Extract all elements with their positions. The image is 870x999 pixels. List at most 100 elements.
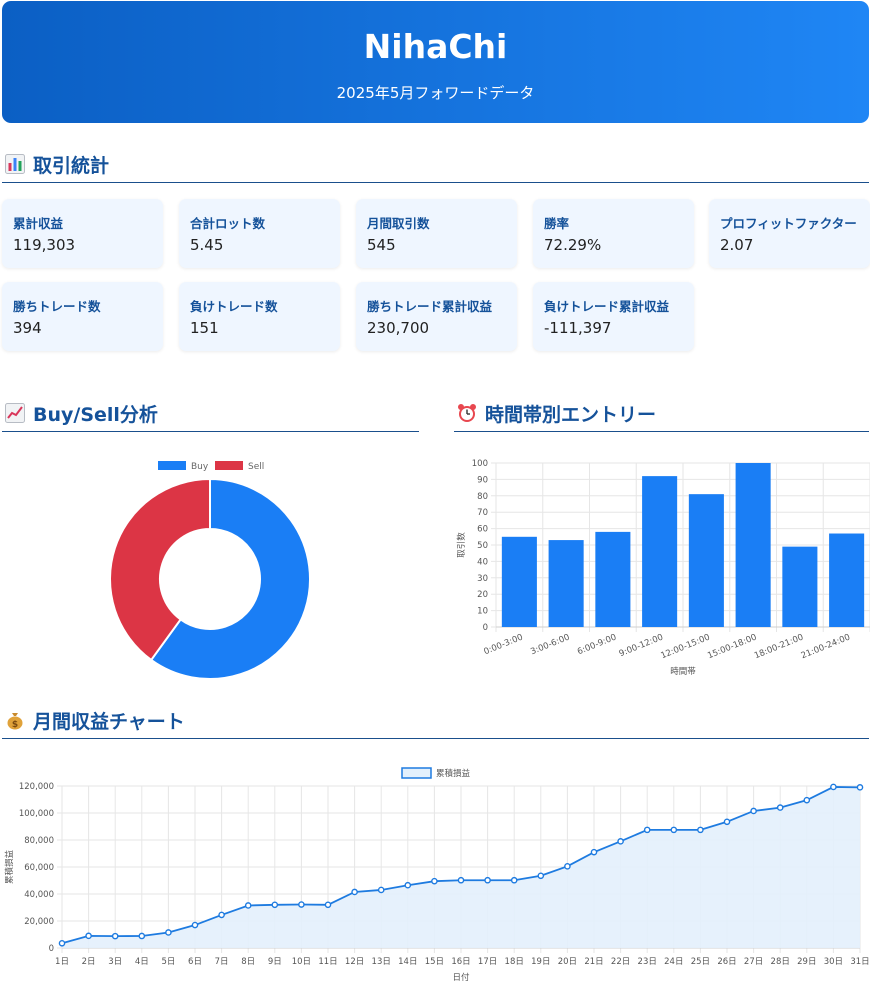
y-tick-label: 40 <box>477 557 488 567</box>
data-point <box>484 876 491 884</box>
data-point <box>218 911 225 919</box>
y-tick-label: 20,000 <box>24 917 54 927</box>
x-tick-label: 1日 <box>55 957 69 967</box>
x-tick-label: 17日 <box>478 957 497 967</box>
y-tick-label: 60,000 <box>24 863 54 873</box>
data-point <box>856 784 864 791</box>
x-tick-label: 26日 <box>717 957 736 967</box>
stat-card-label: 合計ロット数 <box>190 216 266 231</box>
data-point <box>85 932 92 940</box>
bar <box>782 546 818 627</box>
legend-swatch-buy <box>158 461 186 470</box>
data-point <box>643 826 651 834</box>
x-tick-label: 12:00-15:00 <box>659 633 711 662</box>
x-tick-label: 29日 <box>797 957 816 967</box>
data-point <box>723 818 731 826</box>
x-tick-label: 9:00-12:00 <box>618 633 665 660</box>
x-axis-title: 日付 <box>452 972 470 983</box>
data-point <box>165 929 172 936</box>
x-tick-label: 23日 <box>638 957 657 967</box>
bar <box>688 494 724 627</box>
data-point <box>510 876 518 884</box>
data-point <box>617 838 624 845</box>
y-tick-label: 90 <box>477 475 488 485</box>
data-point <box>537 872 545 880</box>
data-point <box>351 888 358 896</box>
data-point <box>377 886 385 894</box>
x-tick-label: 13日 <box>372 957 391 967</box>
stat-card-label: 月間取引数 <box>367 216 430 231</box>
bar <box>595 531 631 627</box>
y-tick-label: 80 <box>477 492 488 502</box>
data-point <box>670 826 678 834</box>
timeband-bar-chart: 0 10 20 30 40 50 60 70 80 90 100 0:00-3:00 3:00-6:00… <box>456 459 870 677</box>
x-axis-title: 時間帯 <box>670 666 696 677</box>
stat-card-value: -111,397 <box>544 319 612 337</box>
donut-slices <box>109 477 311 680</box>
stat-card-value: 545 <box>367 236 396 254</box>
stat-card: 合計ロット数 5.45 <box>179 199 340 268</box>
monthly-section-heading: $ 月間収益チャート <box>2 702 869 739</box>
y-tick-label: 50 <box>477 541 488 551</box>
buysell-section-heading: Buy/Sell分析 <box>2 395 419 432</box>
monthly-profit-chart: 累積損益 0 20,000 40,000 60,000 80,000 100,000 120,… <box>4 767 870 983</box>
stat-card: 月間取引数 545 <box>356 199 517 268</box>
y-tick-label: 20 <box>477 590 488 600</box>
x-tick-label: 7日 <box>215 957 229 967</box>
stat-card-label: 負けトレード数 <box>190 299 278 314</box>
monthly-heading: 月間収益チャート <box>33 710 185 733</box>
data-point <box>298 901 305 908</box>
x-tick-label: 15:00-18:00 <box>706 633 758 662</box>
y-axis-title: 累積損益 <box>4 850 15 885</box>
bar <box>829 533 865 627</box>
stat-card: 負けトレード累計収益 -111,397 <box>533 282 694 351</box>
x-tick-label: 4日 <box>135 957 149 967</box>
x-tick-label: 27日 <box>744 957 763 967</box>
x-tick-label: 5日 <box>161 957 175 967</box>
stat-card: 勝ちトレード数 394 <box>2 282 163 351</box>
stats-heading: 取引統計 <box>33 154 110 177</box>
x-tick-label: 21日 <box>584 957 603 967</box>
data-point <box>58 939 66 947</box>
data-point <box>244 902 252 909</box>
x-tick-label: 6:00-9:00 <box>576 633 618 658</box>
bar <box>642 476 678 627</box>
stat-card: プロフィットファクター 2.07 <box>709 199 870 268</box>
x-tick-label: 19日 <box>531 957 550 967</box>
bar-chart-icon <box>5 154 25 174</box>
x-tick-label: 16日 <box>451 957 470 967</box>
y-tick-label: 0 <box>49 944 54 954</box>
x-tick-label: 11日 <box>318 957 337 967</box>
stat-card-label: 累計収益 <box>13 216 64 231</box>
y-tick-label: 100,000 <box>19 809 54 819</box>
alarm-clock-icon <box>457 403 477 423</box>
y-tick-label: 60 <box>477 525 488 535</box>
stat-card-label: 勝ちトレード数 <box>13 299 101 314</box>
y-tick-label: 0 <box>483 623 488 633</box>
data-point <box>457 876 465 884</box>
stat-card-value: 151 <box>190 319 219 337</box>
data-point <box>830 783 837 791</box>
stat-card-label: 勝率 <box>544 216 570 231</box>
x-tick-label: 10日 <box>292 957 311 967</box>
stat-card-value: 2.07 <box>720 236 754 254</box>
x-tick-label: 9日 <box>268 957 282 967</box>
data-point <box>564 863 571 870</box>
data-point <box>697 826 704 834</box>
stat-card-value: 72.29% <box>544 236 602 254</box>
x-tick-label: 8日 <box>241 957 255 967</box>
stat-card: 勝率 72.29% <box>533 199 694 268</box>
data-point <box>138 932 146 940</box>
x-tick-label: 0:00-3:00 <box>483 633 525 658</box>
page-title: NihaChi <box>363 27 508 66</box>
x-tick-label: 3:00-6:00 <box>529 633 571 658</box>
bar <box>501 536 537 627</box>
timeband-heading: 時間帯別エントリー <box>485 403 657 426</box>
stat-card-label: 勝ちトレード累計収益 <box>367 299 493 314</box>
x-tick-label: 18:00-21:00 <box>753 633 805 662</box>
x-tick-label: 31日 <box>850 957 869 967</box>
buysell-doughnut-chart: Buy Sell <box>109 461 311 680</box>
data-point <box>111 932 119 940</box>
data-point <box>271 901 279 909</box>
stat-card: 累計収益 119,303 <box>2 199 163 268</box>
